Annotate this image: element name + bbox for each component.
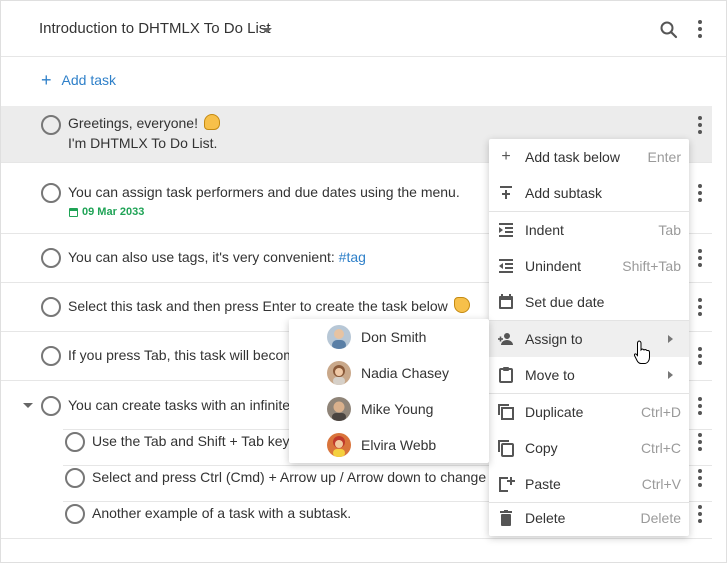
menu-item-add-task-below[interactable]: + Add task below Enter [489,139,689,175]
more-vertical-icon[interactable] [690,468,710,488]
due-date-badge[interactable]: 09 Mar 2033 [69,206,144,218]
avatar [327,397,351,421]
menu-item-set-due-date[interactable]: Set due date [489,284,689,320]
more-vertical-icon[interactable] [690,504,710,524]
more-vertical-icon[interactable] [690,115,710,135]
chevron-down-icon[interactable] [262,28,272,33]
task-text: You can assign task performers and due d… [68,184,460,200]
avatar [327,433,351,457]
menu-item-add-subtask[interactable]: Add subtask [489,175,689,211]
avatar [327,325,351,349]
more-vertical-icon[interactable] [690,19,710,39]
context-menu: + Add task below Enter Add subtask Inden… [489,139,689,536]
trash-icon [500,510,512,526]
menu-item-paste[interactable]: Paste Ctrl+V [489,466,689,502]
task-text: Select this task and then press Enter to… [68,296,470,316]
add-task-button[interactable]: + Add task [41,70,116,90]
pointing-down-icon [453,297,470,313]
task-text-line2: I'm DHTMLX To Do List. [68,135,218,151]
subtask-checkbox[interactable] [65,504,85,524]
project-title[interactable]: Introduction to DHTMLX To Do List [39,20,271,37]
add-subtask-icon [500,186,512,199]
clipboard-icon [499,367,513,383]
unindent-icon [499,259,513,273]
menu-item-unindent[interactable]: Unindent Shift+Tab [489,248,689,284]
duplicate-icon [498,404,514,420]
plus-icon: + [501,148,511,165]
chevron-right-icon [668,335,673,343]
add-task-label: Add task [61,72,116,88]
menu-item-assign-to[interactable]: Assign to [489,321,689,357]
assignee-option[interactable]: Elvira Webb [289,427,489,463]
more-vertical-icon[interactable] [690,183,710,203]
avatar [327,361,351,385]
task-checkbox[interactable] [41,115,61,135]
task-checkbox[interactable] [41,297,61,317]
menu-item-move-to[interactable]: Move to [489,357,689,393]
assignee-option[interactable]: Nadia Chasey [289,355,489,391]
subtask-checkbox[interactable] [65,432,85,452]
people-icon [498,333,513,345]
more-vertical-icon[interactable] [690,346,710,366]
paste-icon [499,477,515,492]
copy-icon [498,440,514,457]
menu-item-delete[interactable]: Delete Delete [489,500,689,536]
task-checkbox[interactable] [41,183,61,203]
subtask-text: Use the Tab and Shift + Tab keys [92,433,297,449]
menu-item-copy[interactable]: Copy Ctrl+C [489,430,689,466]
assignee-option[interactable]: Mike Young [289,391,489,427]
more-vertical-icon[interactable] [690,432,710,452]
more-vertical-icon[interactable] [690,248,710,268]
task-checkbox[interactable] [41,346,61,366]
more-vertical-icon[interactable] [690,396,710,416]
subtask-text: Another example of a task with a subtask… [92,505,352,521]
chevron-right-icon [668,371,673,379]
hand-pointer-icon [634,340,650,364]
calendar-icon [499,294,513,309]
calendar-icon [69,207,78,217]
menu-item-duplicate[interactable]: Duplicate Ctrl+D [489,394,689,430]
search-icon[interactable] [659,20,679,40]
waving-hand-icon [203,114,220,130]
tag-link[interactable]: #tag [339,249,366,265]
assignee-option[interactable]: Don Smith [289,319,489,355]
task-text: If you press Tab, this task will becom [68,347,295,363]
subtask-checkbox[interactable] [65,468,85,488]
chevron-down-icon[interactable] [23,403,33,408]
toolbar: Introduction to DHTMLX To Do List [1,1,726,57]
task-text: You can also use tags, it's very conveni… [68,249,366,265]
assign-submenu: Don Smith Nadia Chasey Mike Young Elvira… [289,319,489,463]
menu-item-indent[interactable]: Indent Tab [489,212,689,248]
task-checkbox[interactable] [41,396,61,416]
task-text: You can create tasks with an infinite [68,397,291,413]
subtask-text: Select and press Ctrl (Cmd) + Arrow up /… [92,469,487,485]
plus-icon: + [41,70,52,90]
task-checkbox[interactable] [41,248,61,268]
indent-icon [499,223,513,237]
task-text: Greetings, everyone! [68,113,220,133]
more-vertical-icon[interactable] [690,297,710,317]
